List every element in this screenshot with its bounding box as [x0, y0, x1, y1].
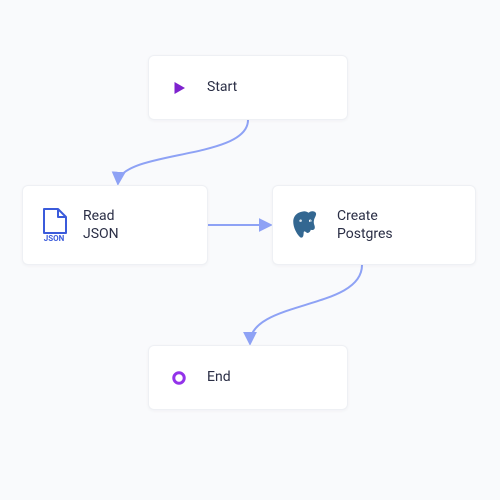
node-read-json-label: Read JSON [83, 207, 119, 243]
node-start[interactable]: Start [148, 55, 348, 120]
node-read-json[interactable]: JSON Read JSON [22, 185, 208, 265]
node-end[interactable]: End [148, 345, 348, 410]
json-file-icon: JSON [39, 208, 69, 242]
edge-createpostgres-to-end [250, 265, 362, 343]
end-ring-icon [165, 364, 193, 392]
node-end-label: End [207, 368, 231, 386]
node-create-postgres-label: Create Postgres [337, 207, 393, 243]
edge-start-to-readjson [118, 120, 248, 183]
node-create-postgres[interactable]: Create Postgres [272, 185, 476, 265]
node-start-label: Start [207, 78, 237, 96]
postgres-icon [289, 208, 323, 242]
workflow-canvas[interactable]: Start JSON Read JSON Create Postgres [0, 0, 500, 500]
play-icon [165, 74, 193, 102]
svg-text:JSON: JSON [44, 234, 65, 242]
